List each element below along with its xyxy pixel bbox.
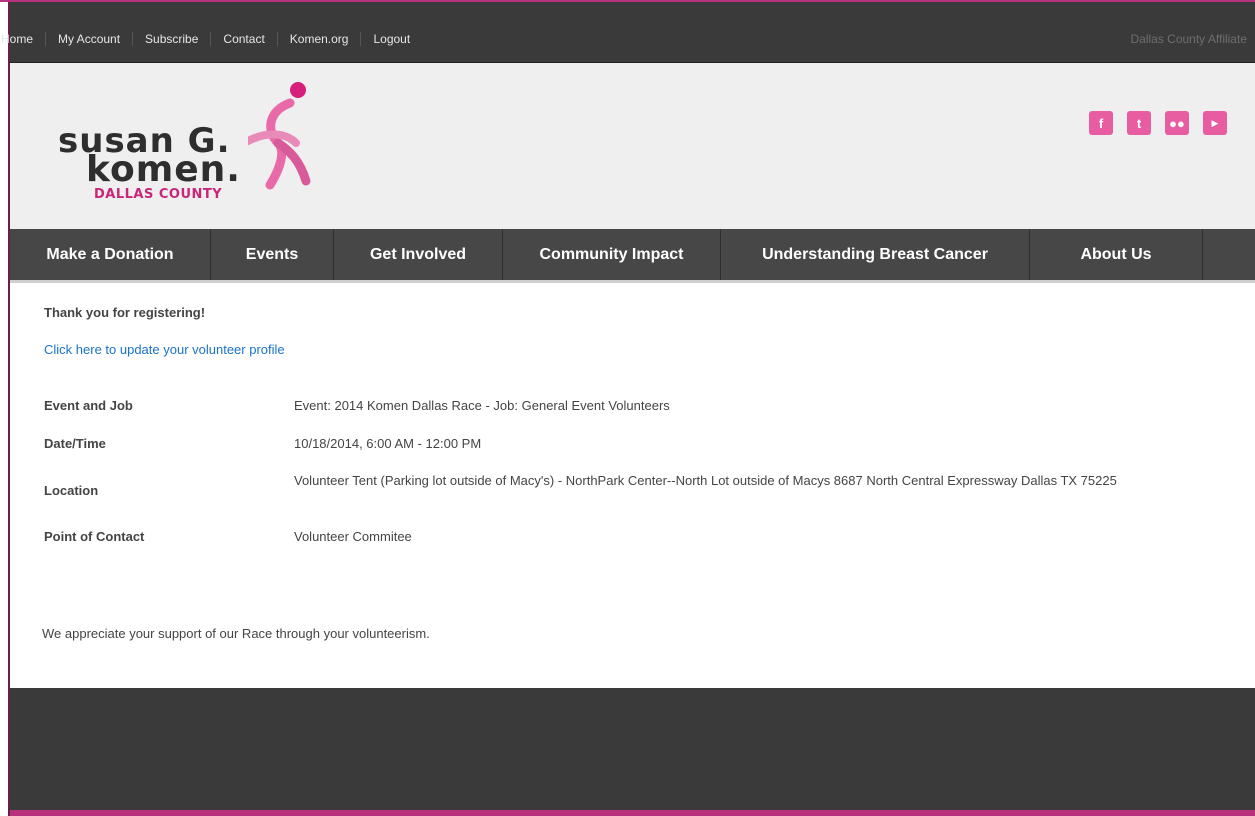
registration-confirmation: Thank you for registering! Click here to…: [10, 283, 1255, 688]
logo-text-dallas-county: DALLAS COUNTY: [94, 187, 223, 202]
footer-accent-strip: [10, 810, 1255, 816]
komen-logo[interactable]: susan G. komen. DALLAS COUNTY: [58, 81, 358, 211]
appreciation-message: We appreciate your support of our Race t…: [42, 626, 430, 641]
twitter-icon[interactable]: t: [1127, 111, 1151, 135]
top-link-logout[interactable]: Logout: [360, 32, 422, 46]
top-link-komen-org[interactable]: Komen.org: [276, 32, 361, 46]
facebook-icon[interactable]: f: [1089, 111, 1113, 135]
top-link-subscribe[interactable]: Subscribe: [132, 32, 210, 46]
pink-ribbon-icon: [248, 82, 311, 190]
update-profile-link[interactable]: Click here to update your volunteer prof…: [44, 342, 294, 358]
detail-value: Event: 2014 Komen Dallas Race - Job: Gen…: [294, 398, 670, 413]
flickr-icon[interactable]: ●●: [1165, 111, 1189, 135]
affiliate-label: Dallas County Affiliate: [1130, 32, 1247, 46]
top-link-contact[interactable]: Contact: [210, 32, 276, 46]
detail-label: Event and Job: [44, 398, 133, 413]
top-utility-bar: Home My Account Subscribe Contact Komen.…: [1, 2, 1255, 63]
nav-events[interactable]: Events: [211, 229, 334, 280]
detail-value: Volunteer Commitee: [294, 529, 412, 544]
site-header: susan G. komen. DALLAS COUNTY f t ●● ▶: [10, 63, 1255, 229]
page-title: Thank you for registering!: [44, 305, 206, 320]
detail-label: Point of Contact: [44, 529, 145, 544]
top-link-my-account[interactable]: My Account: [45, 32, 132, 46]
top-links: Home My Account Subscribe Contact Komen.…: [1, 32, 422, 46]
logo-text-komen: komen.: [86, 149, 241, 190]
youtube-icon[interactable]: ▶: [1203, 111, 1227, 135]
top-link-home[interactable]: Home: [0, 32, 45, 46]
detail-label: Date/Time: [44, 436, 106, 451]
nav-understanding-breast-cancer[interactable]: Understanding Breast Cancer: [721, 229, 1030, 280]
detail-value: 10/18/2014, 6:00 AM - 12:00 PM: [294, 436, 482, 451]
detail-label: Location: [44, 483, 99, 498]
site-footer: [10, 688, 1255, 810]
detail-value: Volunteer Tent (Parking lot outside of M…: [294, 473, 1117, 488]
social-icons: f t ●● ▶: [1089, 111, 1227, 135]
nav-get-involved[interactable]: Get Involved: [334, 229, 503, 280]
main-navigation: Make a Donation Events Get Involved Comm…: [10, 229, 1255, 283]
nav-community-impact[interactable]: Community Impact: [503, 229, 721, 280]
nav-make-a-donation[interactable]: Make a Donation: [10, 229, 211, 280]
nav-about-us[interactable]: About Us: [1030, 229, 1203, 280]
